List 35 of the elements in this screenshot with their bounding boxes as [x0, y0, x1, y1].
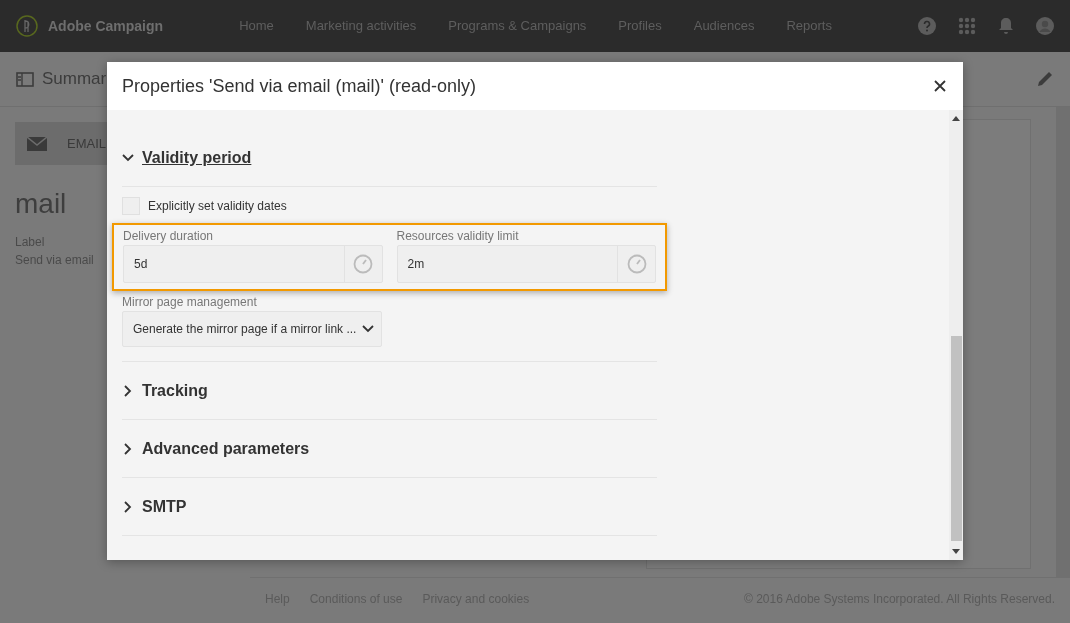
- scroll-down-icon: [952, 549, 960, 554]
- checkbox-label: Explicitly set validity dates: [148, 198, 287, 215]
- chevron-right-icon: [122, 500, 134, 513]
- envelope-icon: [27, 136, 47, 151]
- delivery-name: mail: [15, 187, 67, 221]
- chevron-right-icon: [122, 384, 134, 397]
- panel-icon[interactable]: [16, 71, 34, 87]
- close-button[interactable]: [932, 78, 948, 94]
- field-label: Delivery duration: [123, 228, 215, 245]
- scroll-up-icon: [952, 116, 960, 121]
- help-icon[interactable]: [918, 17, 936, 35]
- clock-icon[interactable]: [626, 254, 647, 274]
- dialog-scrollbar[interactable]: [949, 110, 963, 560]
- field-label: Resources validity limit: [396, 228, 520, 245]
- chevron-down-icon: [122, 152, 134, 164]
- dialog-title: Properties 'Send via email (mail)' (read-only): [122, 74, 476, 98]
- section-header[interactable]: Tracking: [122, 362, 208, 419]
- clock-icon[interactable]: [353, 254, 373, 274]
- duration-field[interactable]: 5d: [123, 245, 383, 283]
- dropdown[interactable]: Generate the mirror page if a mirror link ...: [122, 311, 382, 347]
- bell-icon[interactable]: [998, 17, 1014, 35]
- field-label: Mirror page management: [122, 294, 258, 311]
- duration-field[interactable]: 2m: [396, 245, 656, 283]
- avatar-icon[interactable]: [1036, 17, 1054, 35]
- section-header[interactable]: Advanced parameters: [122, 420, 310, 477]
- logo-icon: [16, 15, 38, 37]
- section-header[interactable]: SMTP: [122, 478, 187, 535]
- close-icon: [934, 80, 946, 92]
- edit-icon[interactable]: [1036, 70, 1054, 88]
- page-title: Summar: [42, 68, 107, 91]
- app-name: Adobe Campaign: [48, 16, 164, 36]
- chevron-right-icon: [122, 442, 134, 455]
- apps-grid-icon[interactable]: [958, 17, 976, 35]
- section-header[interactable]: Validity period: [122, 130, 657, 187]
- caret-icon: [362, 325, 375, 333]
